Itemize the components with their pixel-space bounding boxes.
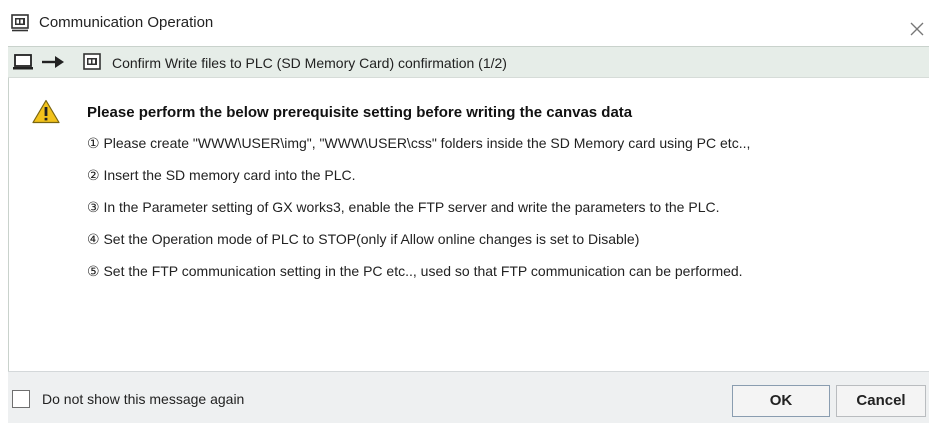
dialog-left-border xyxy=(8,46,9,423)
ok-button[interactable]: OK xyxy=(732,385,830,417)
cancel-button[interactable]: Cancel xyxy=(836,385,926,417)
window-title: Communication Operation xyxy=(39,14,214,31)
plc-icon xyxy=(11,14,29,32)
dialog-footer: Do not show this message again OK Cancel xyxy=(8,371,929,423)
prerequisite-list: ① Please create "WWW\USER\img", "WWW\USE… xyxy=(87,134,750,294)
dont-show-again-checkbox[interactable] xyxy=(12,390,30,408)
plc-icon xyxy=(83,53,101,71)
checkbox-label: Do not show this message again xyxy=(42,391,245,407)
close-icon[interactable] xyxy=(908,20,926,38)
message-title: Please perform the below prerequisite se… xyxy=(87,104,633,121)
list-item: ② Insert the SD memory card into the PLC… xyxy=(87,167,356,183)
flow-bar: Confirm Write files to PLC (SD Memory Ca… xyxy=(8,46,929,77)
pc-icon xyxy=(12,53,34,71)
communication-dialog: Communication Operation Confirm Write fi… xyxy=(0,0,929,423)
warning-icon xyxy=(32,99,60,124)
list-item: ③ In the Parameter setting of GX works3,… xyxy=(87,199,720,215)
title-bar: Communication Operation xyxy=(0,0,929,46)
arrow-right-icon xyxy=(41,55,65,69)
list-item: ⑤ Set the FTP communication setting in t… xyxy=(87,263,743,279)
list-item: ④ Set the Operation mode of PLC to STOP(… xyxy=(87,231,640,247)
list-item: ① Please create "WWW\USER\img", "WWW\USE… xyxy=(87,135,751,151)
divider xyxy=(8,77,929,78)
flow-step-text: Confirm Write files to PLC (SD Memory Ca… xyxy=(112,55,507,71)
